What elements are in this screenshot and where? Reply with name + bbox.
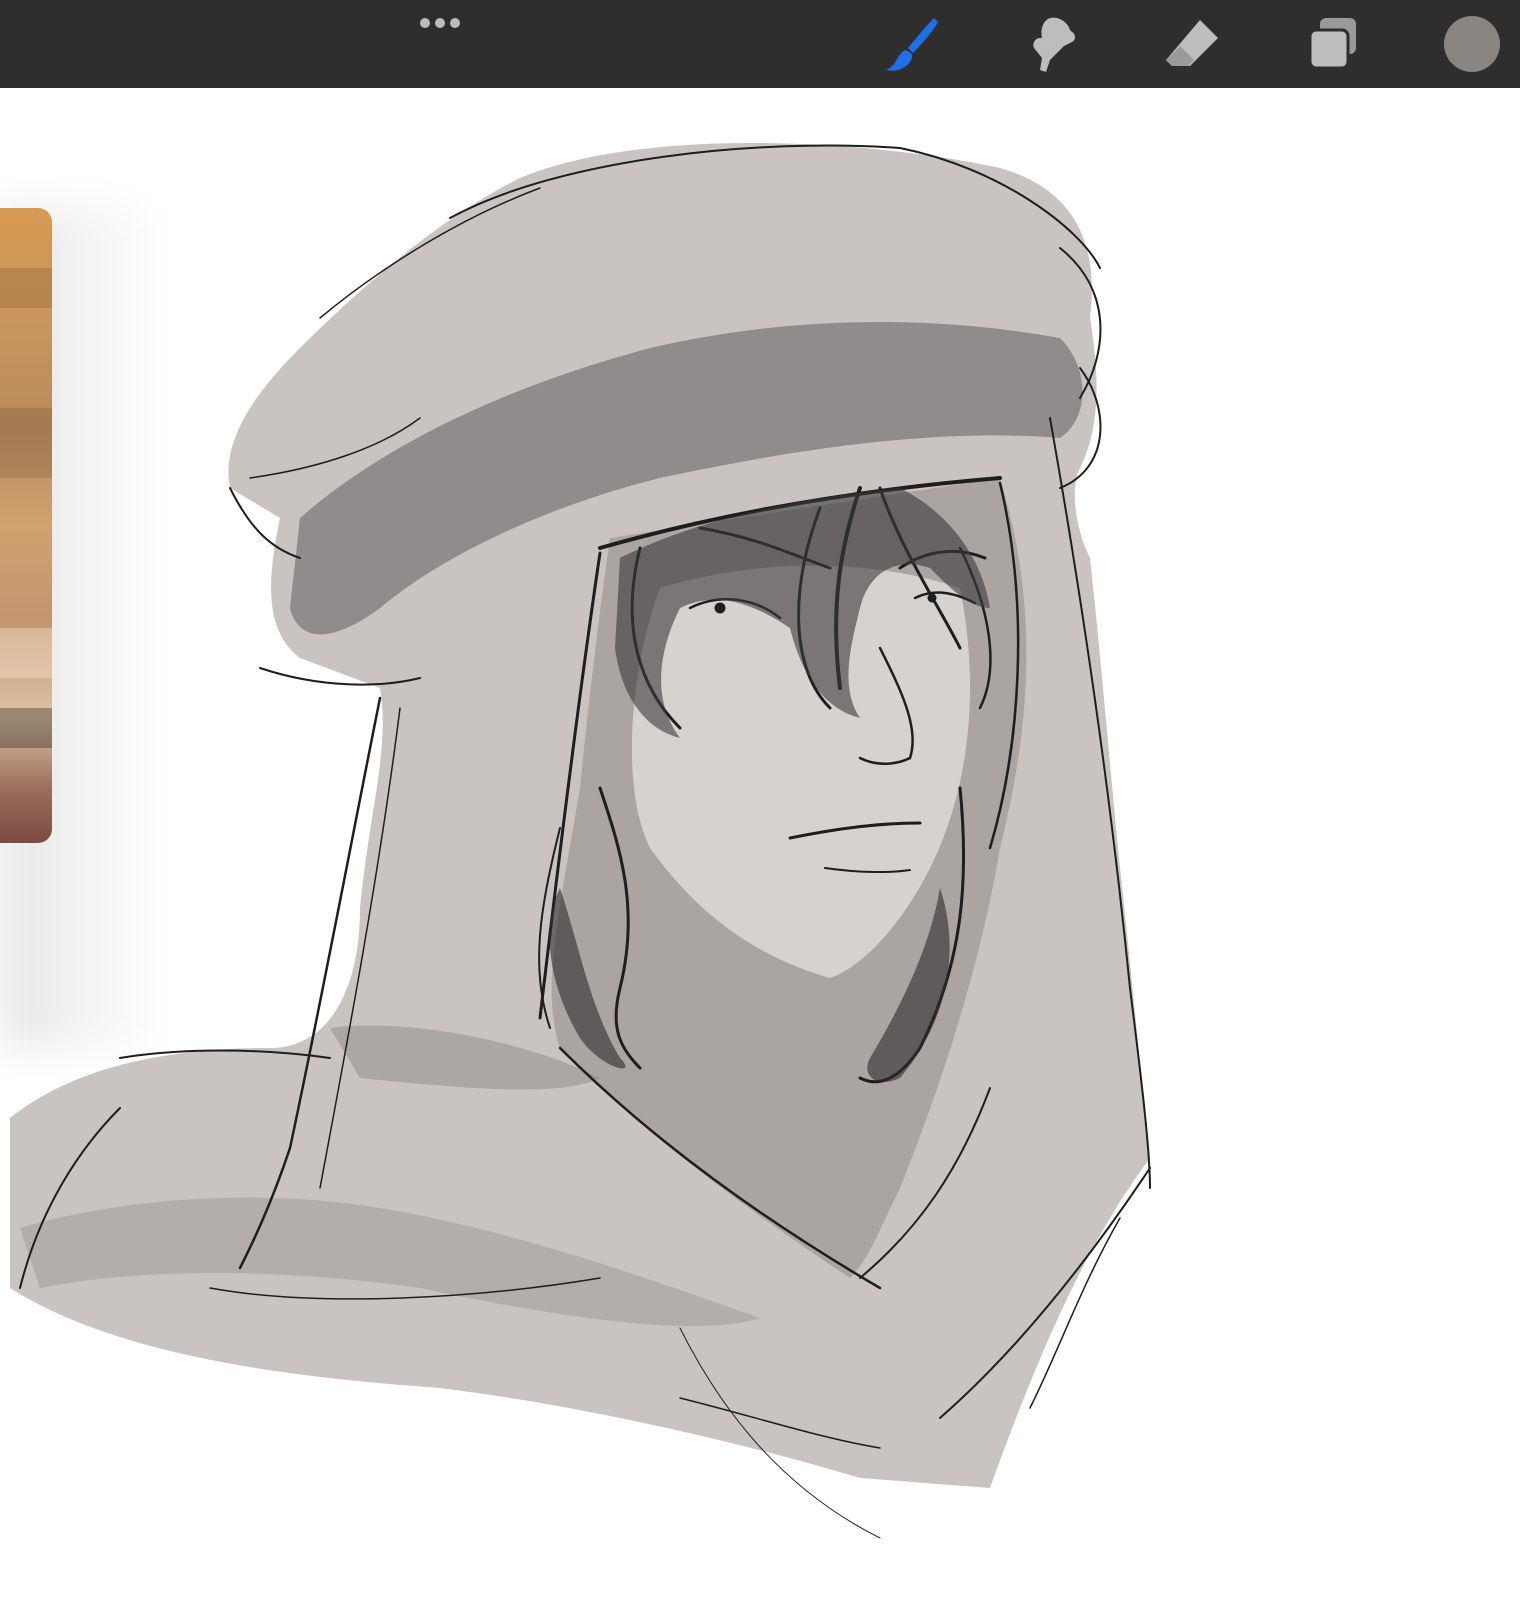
smudge-tool-button[interactable] — [1020, 12, 1084, 76]
drawing-canvas[interactable] — [0, 88, 1520, 1619]
layers-icon — [1308, 18, 1356, 70]
color-picker-button[interactable] — [1444, 16, 1500, 72]
smudge-icon — [1033, 17, 1075, 72]
procreate-app — [0, 0, 1520, 1619]
brush-icon — [886, 18, 938, 71]
top-toolbar — [0, 0, 1520, 88]
eraser-icon — [1166, 20, 1218, 66]
more-dots-icon — [420, 18, 460, 28]
brush-tool-button[interactable] — [880, 12, 944, 76]
layers-tool-button[interactable] — [1300, 12, 1364, 76]
eraser-tool-button[interactable] — [1160, 12, 1224, 76]
sketch-artwork — [10, 143, 1151, 1539]
more-options-button[interactable] — [410, 8, 470, 38]
